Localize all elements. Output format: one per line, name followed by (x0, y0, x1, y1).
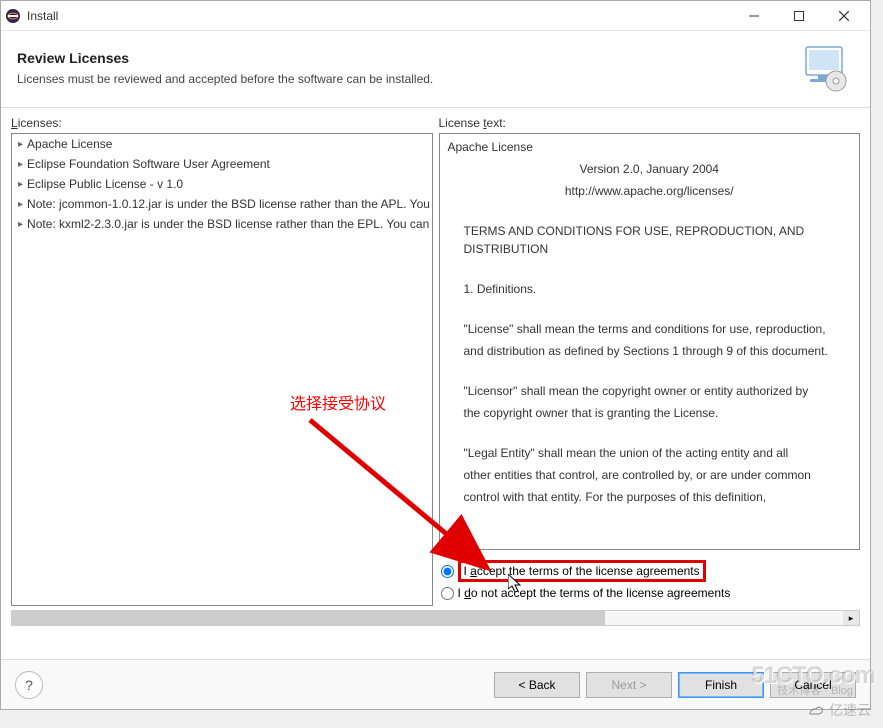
license-item[interactable]: ▸Apache License (12, 134, 432, 154)
next-button[interactable]: Next > (586, 672, 672, 698)
scroll-right-icon[interactable]: ▸ (843, 611, 859, 625)
accept-radio[interactable] (441, 565, 454, 578)
reject-radio[interactable] (441, 587, 454, 600)
accept-label[interactable]: I accept the terms of the license agreem… (464, 564, 700, 578)
reject-label[interactable]: I do not accept the terms of the license… (458, 586, 731, 600)
page-title: Review Licenses (17, 50, 794, 66)
button-bar: ? < Back Next > Finish Cancel (1, 659, 870, 709)
maximize-button[interactable] (776, 2, 821, 30)
back-button[interactable]: < Back (494, 672, 580, 698)
eclipse-icon (5, 8, 21, 24)
cancel-button[interactable]: Cancel (770, 672, 856, 698)
close-button[interactable] (821, 2, 866, 30)
install-icon (794, 43, 854, 93)
horizontal-scrollbar[interactable]: ▸ (11, 610, 860, 626)
minimize-button[interactable] (731, 2, 776, 30)
chevron-right-icon: ▸ (18, 199, 23, 210)
license-item[interactable]: ▸Note: kxml2-2.3.0.jar is under the BSD … (12, 214, 432, 234)
licenses-label: Licenses: (11, 114, 433, 133)
license-text-label: License text: (439, 114, 861, 133)
wizard-header: Review Licenses Licenses must be reviewe… (1, 31, 870, 108)
chevron-right-icon: ▸ (18, 139, 23, 150)
license-text-area[interactable]: Apache License Version 2.0, January 2004… (439, 133, 861, 550)
help-button[interactable]: ? (15, 671, 43, 699)
licenses-list[interactable]: ▸Apache License ▸Eclipse Foundation Soft… (11, 133, 433, 606)
page-description: Licenses must be reviewed and accepted b… (17, 72, 794, 86)
scrollbar-thumb[interactable] (12, 611, 605, 625)
titlebar: Install (1, 1, 870, 31)
license-item[interactable]: ▸Note: jcommon-1.0.12.jar is under the B… (12, 194, 432, 214)
finish-button[interactable]: Finish (678, 672, 764, 698)
license-item[interactable]: ▸Eclipse Foundation Software User Agreem… (12, 154, 432, 174)
chevron-right-icon: ▸ (18, 179, 23, 190)
license-item[interactable]: ▸Eclipse Public License - v 1.0 (12, 174, 432, 194)
chevron-right-icon: ▸ (18, 219, 23, 230)
window-title: Install (27, 9, 731, 23)
chevron-right-icon: ▸ (18, 159, 23, 170)
